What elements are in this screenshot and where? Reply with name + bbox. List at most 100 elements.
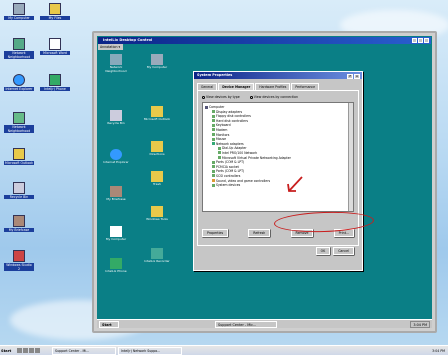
remote-taskbar: Start Support Center - Mic... 3:04 PM [97, 319, 432, 328]
radio-by-connection[interactable]: View devices by connection [249, 95, 298, 99]
remote-icon-recorder[interactable]: IntelLix Recorder [143, 248, 171, 264]
pcmcia-icon [212, 165, 215, 169]
tree-item[interactable]: System devices [205, 183, 351, 188]
desktop-icon-ie[interactable]: Internet Explorer [4, 74, 34, 91]
system-icon [212, 183, 215, 187]
network-icon [212, 142, 215, 146]
annotation-menu[interactable]: Annotation ▾ [98, 44, 123, 50]
remote-icon-my-computer[interactable]: My Computer [143, 54, 171, 70]
taskbar: Start Support Center - Mi... Intel(r) Ne… [0, 345, 448, 355]
desktop-icon-outlook[interactable]: Microsoft Outlook [4, 148, 34, 165]
radio-on-icon [202, 95, 205, 99]
remote-icon-recycle[interactable]: Recycle Bin [102, 110, 130, 126]
computer-icon [151, 54, 163, 65]
modem-icon [212, 128, 215, 132]
network-icon [13, 112, 25, 124]
close-button[interactable]: × [354, 74, 360, 79]
dialog-titlebar[interactable]: System Properties ? × [194, 72, 362, 79]
radio-by-type[interactable]: View devices by type [202, 95, 240, 99]
globe-icon [13, 74, 25, 86]
minimize-icon[interactable] [412, 38, 417, 43]
desktop-icon-word[interactable]: Microsoft Word [40, 38, 70, 55]
monitor-icon [212, 133, 215, 137]
outlook-icon[interactable] [29, 348, 34, 353]
remote-icon-ie[interactable]: Internet Explorer [102, 149, 130, 165]
cancel-button[interactable]: Cancel [333, 247, 354, 255]
tab-hardware-profiles[interactable]: Hardware Profiles [255, 83, 291, 90]
remote-icon-phone[interactable]: IntelLix Phone [102, 258, 130, 274]
adapter-icon [218, 156, 221, 160]
remote-icon-my-computer-2[interactable]: My Computer [102, 226, 130, 242]
network-icon [110, 54, 122, 65]
desktop-icon-network-2[interactable]: Network Neighborhood [4, 112, 34, 133]
app-icon[interactable] [35, 348, 40, 353]
device-tree[interactable]: Computer Display adapters Floppy disk co… [202, 102, 354, 212]
folder-icon [49, 3, 61, 15]
annotation-arrow-icon [287, 176, 303, 192]
desktop-icon-briefcase[interactable]: My Briefcase [4, 215, 34, 232]
network-icon [13, 38, 25, 50]
ie-icon[interactable] [17, 348, 22, 353]
folder-icon [151, 141, 163, 152]
app-icon [13, 250, 25, 262]
radio-off-icon [249, 95, 253, 99]
briefcase-icon [13, 215, 25, 227]
tab-performance[interactable]: Performance [291, 83, 320, 90]
tab-device-manager[interactable]: Device Manager [218, 83, 255, 90]
maximize-icon[interactable] [418, 38, 423, 43]
refresh-button[interactable]: Refresh [248, 229, 271, 237]
task-network-support[interactable]: Intel(r) Network Suppo... [118, 347, 182, 355]
recorder-icon [151, 248, 163, 259]
remote-icon-outlook[interactable]: Microsoft Outlook [143, 106, 171, 122]
phone-icon [49, 74, 61, 86]
globe-icon [110, 149, 122, 160]
remote-window-titlebar[interactable]: IntelLix Desktop Control [98, 37, 431, 44]
tab-general[interactable]: General [197, 83, 218, 90]
help-button[interactable]: ? [347, 74, 353, 79]
ok-button[interactable]: OK [315, 247, 331, 255]
desktop-icon-network[interactable]: Network Neighborhood [4, 38, 34, 59]
computer-icon [13, 3, 25, 15]
desktop-icon[interactable] [23, 348, 28, 353]
port-icon [212, 169, 215, 173]
remote-tray-clock: 3:04 PM [410, 321, 430, 328]
remote-start-button[interactable]: Start [99, 321, 119, 328]
scsi-icon [212, 174, 215, 178]
tree-scrollbar[interactable] [348, 103, 353, 211]
desktop-icon-my-computer[interactable]: My Computer [4, 3, 34, 20]
disk-icon [212, 119, 215, 123]
folder-icon [151, 206, 163, 217]
tray-clock: 3:04 PM [432, 349, 445, 353]
desktop-icon-studio[interactable]: Windows Studio 2 [4, 250, 34, 271]
desktop-icon-phone[interactable]: Intel(r) Phone [40, 74, 70, 91]
system-properties-dialog[interactable]: System Properties ? × General Device Mana… [193, 71, 363, 271]
tab-strip: General Device Manager Hardware Profiles… [194, 79, 362, 90]
desktop-icon-recycle[interactable]: Recycle Bin [4, 182, 34, 199]
adapter-icon [218, 151, 221, 155]
task-support-center[interactable]: Support Center - Mi... [52, 347, 116, 355]
monitor: IntelLix Desktop Control Annotation ▾ Ne… [92, 31, 437, 333]
mouse-icon [212, 137, 215, 141]
sound-icon [212, 179, 215, 182]
mail-icon [13, 148, 25, 160]
computer-icon [205, 105, 208, 109]
floppy-icon [212, 114, 215, 118]
properties-button[interactable]: Properties [202, 229, 229, 237]
keyboard-icon [212, 123, 215, 127]
start-button[interactable]: Start [1, 347, 15, 355]
remote-icon-trash[interactable]: Trash [143, 171, 171, 187]
computer-icon [110, 226, 122, 237]
briefcase-icon [110, 186, 122, 197]
desktop-icon-my-files[interactable]: My Files [40, 3, 70, 20]
phone-icon [110, 258, 122, 269]
quick-launch [17, 348, 40, 353]
remote-icon-network[interactable]: Network Neighborhood [102, 54, 130, 73]
close-icon[interactable] [424, 38, 429, 43]
mail-icon [151, 106, 163, 117]
adapter-icon [218, 146, 221, 150]
remote-task-support-center[interactable]: Support Center - Mic... [215, 321, 277, 328]
remote-screen[interactable]: IntelLix Desktop Control Annotation ▾ Ne… [97, 36, 432, 328]
remote-icon-tools[interactable]: Windows Tools [143, 206, 171, 222]
remote-icon-directions[interactable]: Directions [143, 141, 171, 157]
remote-icon-briefcase[interactable]: My Briefcase [102, 186, 130, 202]
